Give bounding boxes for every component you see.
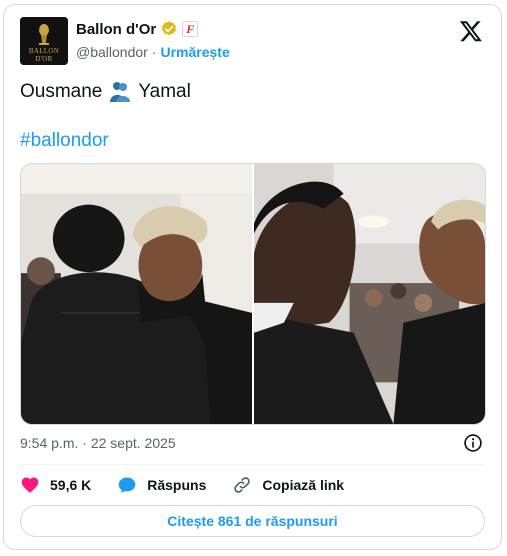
handle-row: @ballondor · Urmărește: [76, 44, 230, 60]
post-text: Ousmane Yamal: [20, 80, 191, 104]
post-text-word1: Ousmane: [20, 81, 103, 102]
divider: [20, 464, 485, 465]
link-icon: [234, 477, 251, 493]
separator: ·: [151, 44, 157, 60]
photo-left[interactable]: [21, 164, 252, 424]
logo-text: BALLON D'OR: [28, 47, 60, 63]
people-hugging-emoji-icon: [110, 82, 131, 102]
follow-button[interactable]: Urmărește: [160, 44, 229, 60]
reply-label: Răspuns: [147, 477, 207, 493]
affiliate-badge[interactable]: F: [182, 21, 199, 37]
hashtag-link[interactable]: #ballondor: [20, 129, 109, 153]
copy-link-button[interactable]: Copiază link: [232, 475, 344, 495]
actions-bar: 59,6 K Răspuns Copiază link: [20, 475, 370, 495]
copy-link-label: Copiază link: [262, 477, 345, 493]
media-grid: [20, 163, 486, 425]
photo-right[interactable]: [254, 164, 485, 424]
reply-button[interactable]: Răspuns: [117, 475, 206, 495]
post-date: 22 sept. 2025: [90, 435, 176, 451]
photo-left-image: [21, 164, 252, 424]
photo-right-image: [254, 164, 485, 424]
avatar[interactable]: BALLON D'OR: [20, 17, 68, 65]
like-count: 59,6 K: [50, 477, 92, 493]
post-card: BALLON D'OR Ballon d'Or F @ballondor · U…: [3, 4, 502, 550]
post-time: 9:54 p.m.: [20, 435, 79, 451]
like-button[interactable]: 59,6 K: [20, 475, 91, 495]
reply-bubble-icon: [118, 477, 136, 493]
date-separator: ·: [82, 435, 87, 451]
display-name[interactable]: Ballon d'Or: [76, 21, 156, 38]
heart-icon: [21, 477, 39, 493]
verified-badge-icon: [162, 21, 177, 36]
name-row: Ballon d'Or F: [76, 20, 199, 38]
handle[interactable]: @ballondor: [76, 44, 148, 60]
read-replies-button[interactable]: Citește 861 de răspunsuri: [20, 505, 485, 537]
x-logo-icon[interactable]: [459, 19, 483, 43]
post-timestamp[interactable]: 9:54 p.m. · 22 sept. 2025: [20, 435, 176, 451]
info-icon[interactable]: [463, 433, 483, 453]
post-text-word2: Yamal: [138, 81, 191, 102]
